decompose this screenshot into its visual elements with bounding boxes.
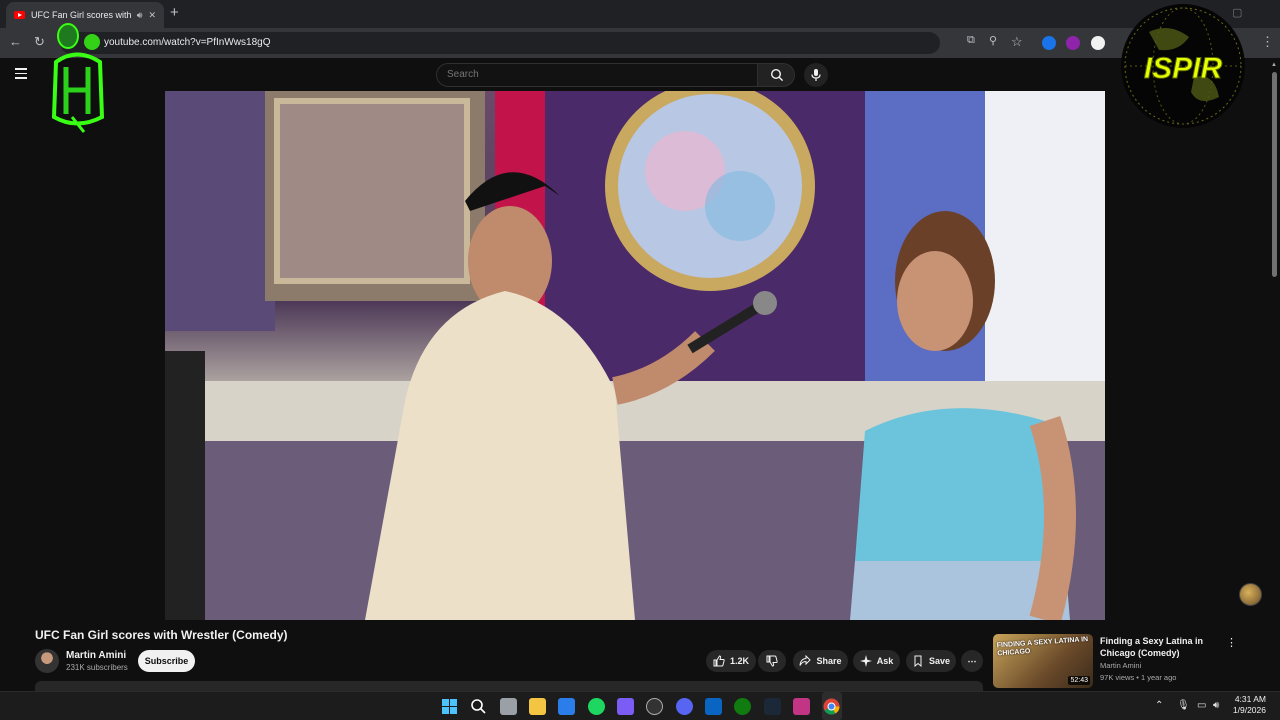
- description-box[interactable]: [35, 681, 983, 691]
- more-actions-button[interactable]: ⋯: [961, 650, 983, 672]
- youtube-favicon-icon: [14, 11, 25, 19]
- recommended-thumbnail[interactable]: FINDING A SEXY LATINA IN CHICAGO 52:43: [993, 634, 1093, 688]
- scroll-up-arrow-icon[interactable]: ▲: [1271, 62, 1277, 68]
- xbox-icon[interactable]: [734, 698, 751, 715]
- microphone-icon: [811, 69, 821, 81]
- browser-toolbar: ← ↻ youtube.com/watch?v=PfInWws18gQ ⧉ ⚲ …: [0, 28, 1280, 58]
- discord-icon[interactable]: [676, 698, 693, 715]
- scrollbar-thumb[interactable]: [1272, 72, 1277, 277]
- video-title: UFC Fan Girl scores with Wrestler (Comed…: [35, 628, 288, 642]
- volume-icon[interactable]: 🔊︎: [1213, 700, 1219, 711]
- ask-button[interactable]: Ask: [853, 650, 900, 672]
- channel-watermark-logo: [51, 23, 105, 133]
- video-duration: 52:43: [1068, 676, 1090, 685]
- address-bar[interactable]: youtube.com/watch?v=PfInWws18gQ: [60, 32, 940, 54]
- share-label: Share: [816, 656, 842, 666]
- browser-tabstrip: UFC Fan Girl scores with W 🔊︎ ✕ + ▢: [0, 0, 1280, 28]
- globe-watermark-logo: ISPIR: [1121, 4, 1245, 128]
- browser-menu-icon[interactable]: ⋮: [1261, 34, 1274, 50]
- menu-hamburger-icon[interactable]: [15, 68, 27, 82]
- globe-logo-text: ISPIR: [1144, 52, 1223, 85]
- tab-title: UFC Fan Girl scores with W: [31, 10, 131, 20]
- task-view-icon[interactable]: [500, 698, 517, 715]
- app-circle-icon[interactable]: [646, 698, 663, 715]
- search-button[interactable]: [757, 63, 795, 87]
- like-count: 1.2K: [729, 656, 749, 666]
- share-icon: [799, 655, 812, 666]
- file-explorer-icon[interactable]: [529, 698, 546, 715]
- taskbar-clock[interactable]: 4:31 AM 1/9/2026: [1224, 694, 1266, 716]
- dislike-button[interactable]: [758, 650, 786, 672]
- recommended-channel[interactable]: Martin Amini: [1100, 661, 1141, 670]
- save-button[interactable]: Save: [906, 650, 956, 672]
- tray-overflow-icon[interactable]: ⌃: [1155, 700, 1163, 711]
- voice-search-button[interactable]: [804, 63, 828, 87]
- speaker-icon[interactable]: 🔊︎: [137, 10, 143, 21]
- subscriber-count: 231K subscribers: [66, 663, 128, 672]
- app-pink-icon[interactable]: [793, 698, 810, 715]
- zoom-icon[interactable]: ⚲: [989, 34, 997, 47]
- video-frame: [165, 91, 1105, 620]
- network-icon[interactable]: ▭: [1197, 700, 1206, 711]
- app-green-icon[interactable]: [588, 698, 605, 715]
- taskbar-search-icon[interactable]: [470, 698, 487, 715]
- bookmark-icon: [914, 655, 922, 667]
- recommended-title[interactable]: Finding a Sexy Latina in Chicago (Comedy…: [1100, 635, 1210, 659]
- sparkle-icon: [859, 655, 872, 667]
- extension-diamond-icon[interactable]: [1091, 36, 1105, 50]
- bookmark-star-icon[interactable]: ☆: [1011, 34, 1023, 50]
- ask-label: Ask: [876, 656, 894, 666]
- subscribe-button[interactable]: Subscribe: [138, 650, 195, 672]
- save-label: Save: [928, 656, 951, 666]
- clock-time: 4:31 AM: [1234, 694, 1266, 704]
- thumbs-down-icon: [766, 655, 778, 667]
- search-input[interactable]: [437, 64, 757, 85]
- url-text: youtube.com/watch?v=PfInWws18gQ: [104, 37, 271, 48]
- like-button[interactable]: 1.2K: [706, 650, 756, 672]
- video-player[interactable]: [165, 91, 1105, 620]
- microsoft-store-icon[interactable]: [558, 698, 575, 715]
- thumbs-up-icon: [713, 655, 725, 667]
- recommended-menu-icon[interactable]: ⋮: [1226, 636, 1237, 649]
- search-icon: [770, 68, 784, 82]
- channel-name[interactable]: Martin Amini: [66, 650, 126, 661]
- page-scrollbar[interactable]: ▲: [1270, 60, 1280, 690]
- more-horizontal-icon: ⋯: [967, 655, 977, 666]
- youtube-header: [0, 58, 1280, 91]
- extension-icon[interactable]: [1066, 36, 1080, 50]
- windows-taskbar: ⌃ 🎙︎ ▭ 🔊︎ 4:31 AM 1/9/2026: [0, 691, 1280, 720]
- tray-microphone-icon[interactable]: 🎙︎: [1177, 700, 1190, 711]
- chrome-icon[interactable]: [823, 698, 840, 715]
- back-icon[interactable]: ←: [9, 34, 22, 49]
- cast-icon[interactable]: ⧉: [967, 34, 975, 47]
- floating-avatar[interactable]: [1239, 583, 1262, 606]
- extension-grammarly-icon[interactable]: [1042, 36, 1056, 50]
- recommended-meta: 97K views • 1 year ago: [1100, 673, 1177, 682]
- clock-date: 1/9/2026: [1232, 705, 1266, 715]
- close-tab-icon[interactable]: ✕: [148, 10, 156, 21]
- search-field[interactable]: [436, 63, 758, 87]
- app-grid-icon[interactable]: [617, 698, 634, 715]
- share-button[interactable]: Share: [793, 650, 848, 672]
- thumbnail-caption: FINDING A SEXY LATINA IN CHICAGO: [996, 635, 1089, 658]
- steam-icon[interactable]: [764, 698, 781, 715]
- channel-avatar[interactable]: [35, 649, 59, 673]
- windows-start-icon[interactable]: [441, 698, 458, 715]
- new-tab-icon[interactable]: +: [170, 4, 179, 21]
- mail-icon[interactable]: [705, 698, 722, 715]
